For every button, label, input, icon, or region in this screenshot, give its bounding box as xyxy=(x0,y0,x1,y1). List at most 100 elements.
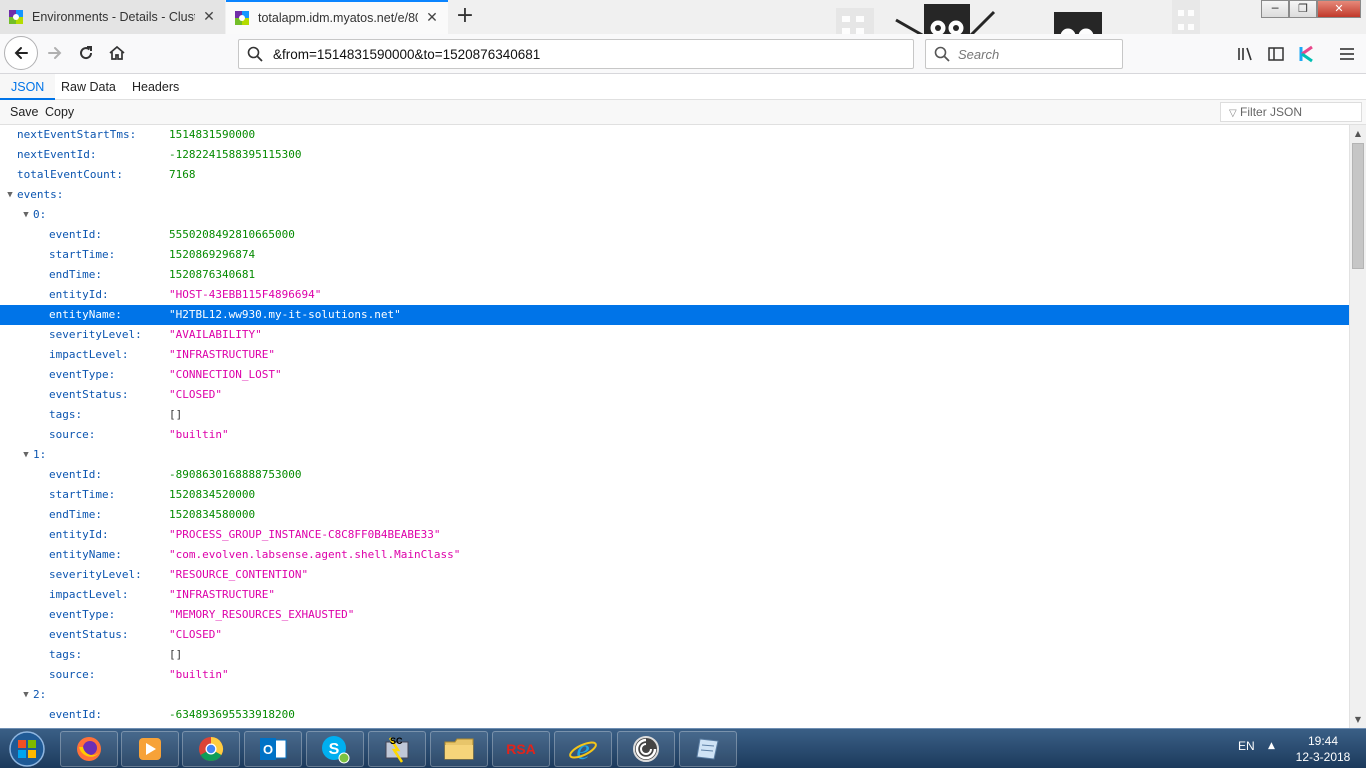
json-row[interactable]: totalEventCount: 7168 xyxy=(0,165,1349,185)
start-button[interactable] xyxy=(4,730,50,768)
clock[interactable]: 19:44 12-3-2018 xyxy=(1288,733,1358,765)
json-row[interactable]: tags: [] xyxy=(0,645,1349,665)
expand-toggle-icon[interactable]: ▼ xyxy=(21,685,31,705)
json-value: "INFRASTRUCTURE" xyxy=(169,348,275,361)
json-row[interactable]: ▼ events: xyxy=(0,185,1349,205)
taskbar: O S SC RSA e EN ▲ 19:44 12-3-2018 xyxy=(0,728,1366,768)
firefox-icon xyxy=(77,737,101,761)
taskbar-circular-app[interactable] xyxy=(617,731,675,767)
tab-totalapm[interactable]: totalapm.idm.myatos.net/e/80 ✕ xyxy=(226,0,448,34)
taskbar-firefox[interactable] xyxy=(60,731,118,767)
json-row[interactable]: ▼ 2: xyxy=(0,685,1349,705)
json-row[interactable]: eventType: "CONNECTION_LOST" xyxy=(0,365,1349,385)
json-row[interactable]: entityName: "H2TBL12.ww930.my-it-solution… xyxy=(0,305,1349,325)
json-row[interactable]: entityName: "com.evolven.labsense.agent.s… xyxy=(0,545,1349,565)
json-row[interactable]: source: "builtin" xyxy=(0,665,1349,685)
json-row[interactable]: impactLevel: "INFRASTRUCTURE" xyxy=(0,585,1349,605)
close-tab-icon[interactable]: ✕ xyxy=(201,9,217,25)
filter-json-input[interactable]: ▽ Filter JSON xyxy=(1220,102,1362,122)
library-button[interactable] xyxy=(1233,42,1257,66)
json-row[interactable]: nextEventStartTms: 1514831590000 xyxy=(0,125,1349,145)
language-indicator[interactable]: EN xyxy=(1238,739,1255,753)
json-value: [] xyxy=(169,648,183,661)
expand-toggle-icon[interactable]: ▼ xyxy=(21,205,31,225)
json-row[interactable]: severityLevel: "RESOURCE_CONTENTION" xyxy=(0,565,1349,585)
menu-button[interactable] xyxy=(1335,42,1359,66)
expand-toggle-icon[interactable]: ▼ xyxy=(5,185,15,205)
scroll-up-arrow-icon[interactable]: ▲ xyxy=(1350,125,1366,142)
json-row[interactable]: eventId: 5550208492810665000 xyxy=(0,225,1349,245)
json-value: [] xyxy=(169,408,183,421)
taskbar-internet-explorer[interactable]: e xyxy=(554,731,612,767)
folder-icon xyxy=(444,738,474,760)
json-row[interactable]: eventStatus: "CLOSED" xyxy=(0,625,1349,645)
windows-logo-icon xyxy=(9,731,45,767)
scrollbar-thumb[interactable] xyxy=(1352,143,1364,269)
json-row[interactable]: severityLevel: "AVAILABILITY" xyxy=(0,325,1349,345)
json-value: "builtin" xyxy=(169,668,229,681)
extension-button[interactable] xyxy=(1295,42,1319,66)
json-key: severityLevel: xyxy=(49,568,142,581)
json-row[interactable]: ▼ 0: xyxy=(0,205,1349,225)
expand-toggle-icon[interactable]: ▼ xyxy=(21,445,31,465)
json-row[interactable]: source: "builtin" xyxy=(0,425,1349,445)
taskbar-notes[interactable] xyxy=(679,731,737,767)
json-key: eventStatus: xyxy=(49,388,129,401)
taskbar-sccm[interactable]: SC xyxy=(368,731,426,767)
scroll-down-arrow-icon[interactable]: ▼ xyxy=(1350,711,1366,728)
json-value: "CLOSED" xyxy=(169,388,222,401)
taskbar-file-explorer[interactable] xyxy=(430,731,488,767)
tab-environments[interactable]: Environments - Details - Cluste ✕ xyxy=(0,0,225,34)
maximize-button[interactable]: ❐ xyxy=(1289,0,1317,18)
json-row[interactable]: eventType: "MEMORY_RESOURCES_EXHAUSTED" xyxy=(0,605,1349,625)
back-arrow-icon xyxy=(14,47,28,59)
json-key: source: xyxy=(49,428,96,441)
url-bar[interactable]: &from=1514831590000&to=1520876340681 xyxy=(238,39,914,69)
json-value: -1282241588395115300 xyxy=(169,148,302,161)
search-placeholder: Search xyxy=(958,46,1000,62)
taskbar-skype[interactable]: S xyxy=(306,731,364,767)
home-button[interactable] xyxy=(102,38,132,68)
back-button[interactable] xyxy=(4,36,38,70)
taskbar-outlook[interactable]: O xyxy=(244,731,302,767)
tab-json[interactable]: JSON xyxy=(0,74,56,100)
taskbar-chrome[interactable] xyxy=(182,731,240,767)
close-tab-icon[interactable]: ✕ xyxy=(424,10,440,26)
copy-button[interactable]: Copy xyxy=(42,102,77,123)
json-tree: nextEventStartTms: 1514831590000 nextEvent… xyxy=(0,125,1349,728)
json-value: 1520834520000 xyxy=(169,488,256,501)
taskbar-media-player[interactable] xyxy=(121,731,179,767)
save-button[interactable]: Save xyxy=(7,102,42,123)
json-row[interactable]: entityId: "HOST-43EBB115F4896694" xyxy=(0,285,1349,305)
json-row[interactable]: eventId: -8908630168888753000 xyxy=(0,465,1349,485)
close-window-button[interactable]: ✕ xyxy=(1317,0,1361,18)
json-row[interactable]: impactLevel: "INFRASTRUCTURE" xyxy=(0,345,1349,365)
json-value: "RESOURCE_CONTENTION" xyxy=(169,568,309,581)
json-key: eventType: xyxy=(49,608,116,621)
sidebar-button[interactable] xyxy=(1264,42,1288,66)
json-row[interactable]: ▼ 1: xyxy=(0,445,1349,465)
tab-headers[interactable]: Headers xyxy=(121,74,190,100)
tray-expand-arrow-icon[interactable]: ▲ xyxy=(1268,741,1275,751)
json-row[interactable]: eventId: -634893695533918200 xyxy=(0,705,1349,725)
vertical-scrollbar[interactable]: ▲ ▼ xyxy=(1349,125,1366,728)
json-value: 1514831590000 xyxy=(169,128,256,141)
json-row[interactable]: entityId: "PROCESS_GROUP_INSTANCE-C8C8FF0… xyxy=(0,525,1349,545)
minimize-button[interactable]: ─ xyxy=(1261,0,1289,18)
json-key: entityId: xyxy=(49,528,109,541)
new-tab-button[interactable]: + xyxy=(452,4,478,30)
json-row[interactable]: eventStatus: "CLOSED" xyxy=(0,385,1349,405)
json-row[interactable]: endTime: 1520876340681 xyxy=(0,265,1349,285)
taskbar-rsa[interactable]: RSA xyxy=(492,731,550,767)
json-row[interactable]: endTime: 1520834580000 xyxy=(0,505,1349,525)
search-bar[interactable]: Search xyxy=(925,39,1123,69)
json-row[interactable]: nextEventId: -1282241588395115300 xyxy=(0,145,1349,165)
json-row[interactable]: startTime: 1520869296874 xyxy=(0,245,1349,265)
json-key: source: xyxy=(49,668,96,681)
navigation-bar: &from=1514831590000&to=1520876340681 Sea… xyxy=(0,34,1366,74)
json-row[interactable]: tags: [] xyxy=(0,405,1349,425)
forward-button[interactable] xyxy=(40,38,70,68)
reload-button[interactable] xyxy=(71,38,101,68)
json-row[interactable]: startTime: 1520834520000 xyxy=(0,485,1349,505)
tab-raw-data[interactable]: Raw Data xyxy=(50,74,127,100)
